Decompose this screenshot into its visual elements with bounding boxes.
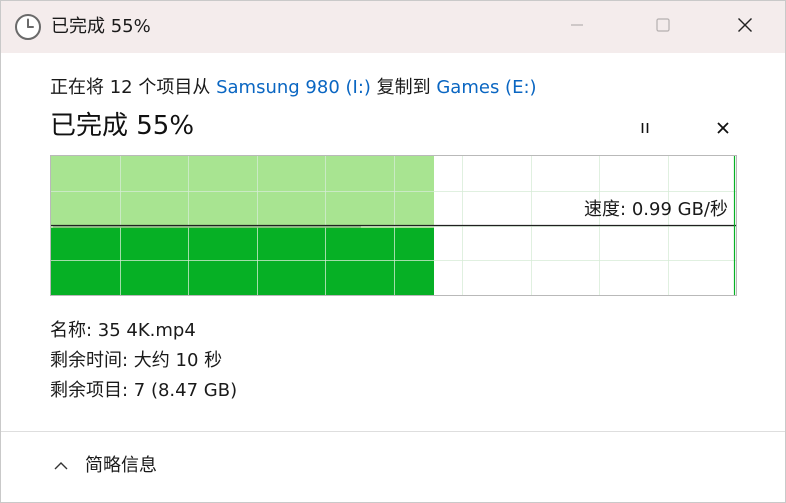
clock-icon <box>14 13 42 41</box>
cancel-icon <box>716 120 730 139</box>
speed-fill <box>51 228 434 295</box>
speed-graph: 速度: 0.99 GB/秒 <box>50 155 737 296</box>
copy-prefix: 正在将 12 个项目从 <box>50 77 217 98</box>
items-remaining: 剩余项目: 7 (8.47 GB) <box>50 380 238 401</box>
pause-button[interactable] <box>631 115 659 143</box>
copy-description: 正在将 12 个项目从 Samsung 980 (I:) 复制到 Games (… <box>50 75 537 101</box>
chevron-up-icon <box>53 457 69 476</box>
speed-graph-canvas <box>51 156 736 295</box>
speed-label: 速度: 0.99 GB/秒 <box>584 199 728 220</box>
window-title: 已完成 55% <box>51 16 151 37</box>
destination-link[interactable]: Games (E:) <box>436 77 536 98</box>
time-remaining: 剩余时间: 大约 10 秒 <box>50 350 223 371</box>
maximize-button[interactable] <box>635 1 691 53</box>
close-window-button[interactable] <box>717 1 773 53</box>
cancel-button[interactable] <box>709 115 737 143</box>
progress-status: 已完成 55% <box>50 111 195 141</box>
source-link[interactable]: Samsung 980 (I:) <box>216 77 371 98</box>
close-icon <box>737 17 753 37</box>
copy-progress-dialog: 已完成 55% 正在将 12 个项目从 Samsung 980 (I:) 复制到… <box>0 0 786 503</box>
less-details-label: 简略信息 <box>85 455 157 476</box>
minimize-icon <box>569 17 585 37</box>
pause-icon <box>638 120 652 139</box>
minimize-button[interactable] <box>549 1 605 53</box>
less-details-toggle[interactable]: 简略信息 <box>53 453 157 479</box>
file-name: 名称: 35 4K.mp4 <box>50 320 196 341</box>
title-bar[interactable]: 已完成 55% <box>1 1 785 53</box>
copy-middle: 复制到 <box>370 77 437 98</box>
footer-divider <box>1 431 785 432</box>
maximize-icon <box>655 17 671 37</box>
